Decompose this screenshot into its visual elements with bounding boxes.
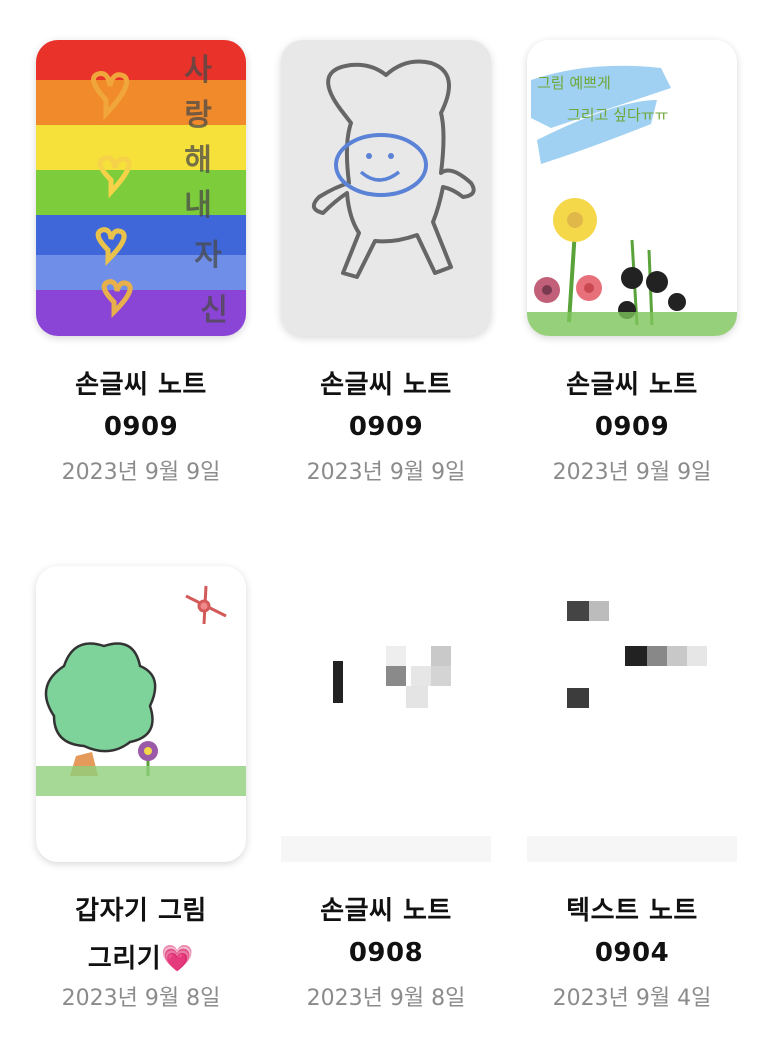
note-date: 2023년 9월 9일 (306, 460, 466, 485)
note-thumbnail-tree[interactable] (36, 566, 246, 862)
thumb-handwriting: 그림 예쁘게 (537, 74, 611, 92)
thumb-handwriting: 사 (184, 53, 212, 88)
note-thumbnail-flowers[interactable]: 그림 예쁘게 그리고 싶다ㅠㅠ (527, 40, 737, 336)
note-thumbnail-pixelated[interactable] (281, 566, 491, 862)
note-subtitle: 그리기💗 (87, 944, 195, 974)
note-title: 갑자기 그림 (75, 896, 207, 926)
note-date: 2023년 9월 9일 (552, 460, 712, 485)
note-subtitle: 0909 (594, 412, 670, 442)
note-title: 손글씨 노트 (566, 370, 698, 400)
note-title: 손글씨 노트 (320, 896, 452, 926)
svg-text:해: 해 (184, 143, 212, 178)
note-title: 텍스트 노트 (566, 896, 698, 926)
note-date: 2023년 9월 8일 (61, 986, 221, 1011)
note-date: 2023년 9월 9일 (61, 460, 221, 485)
note-subtitle: 0908 (348, 938, 424, 968)
notes-grid: 사 랑 해 내 자 신 손글씨 노트 0909 2023년 9월 9일 손글씨 … (0, 0, 773, 1044)
svg-text:신: 신 (200, 293, 228, 328)
svg-text:랑: 랑 (184, 98, 212, 133)
svg-text:내: 내 (184, 188, 212, 223)
note-date: 2023년 9월 8일 (306, 986, 466, 1011)
svg-text:자: 자 (194, 238, 222, 273)
pink-heart-icon: 💗 (161, 944, 195, 974)
note-subtitle: 0909 (348, 412, 424, 442)
note-thumbnail-rainbow[interactable]: 사 랑 해 내 자 신 (36, 40, 246, 336)
note-thumbnail-text[interactable] (527, 566, 737, 862)
note-thumbnail-character[interactable] (281, 40, 491, 336)
note-subtitle: 0904 (594, 938, 670, 968)
note-title: 손글씨 노트 (75, 370, 207, 400)
svg-text:그리고 싶다ㅠㅠ: 그리고 싶다ㅠㅠ (567, 106, 668, 124)
note-subtitle: 0909 (103, 412, 179, 442)
note-title: 손글씨 노트 (320, 370, 452, 400)
note-date: 2023년 9월 4일 (552, 986, 712, 1011)
